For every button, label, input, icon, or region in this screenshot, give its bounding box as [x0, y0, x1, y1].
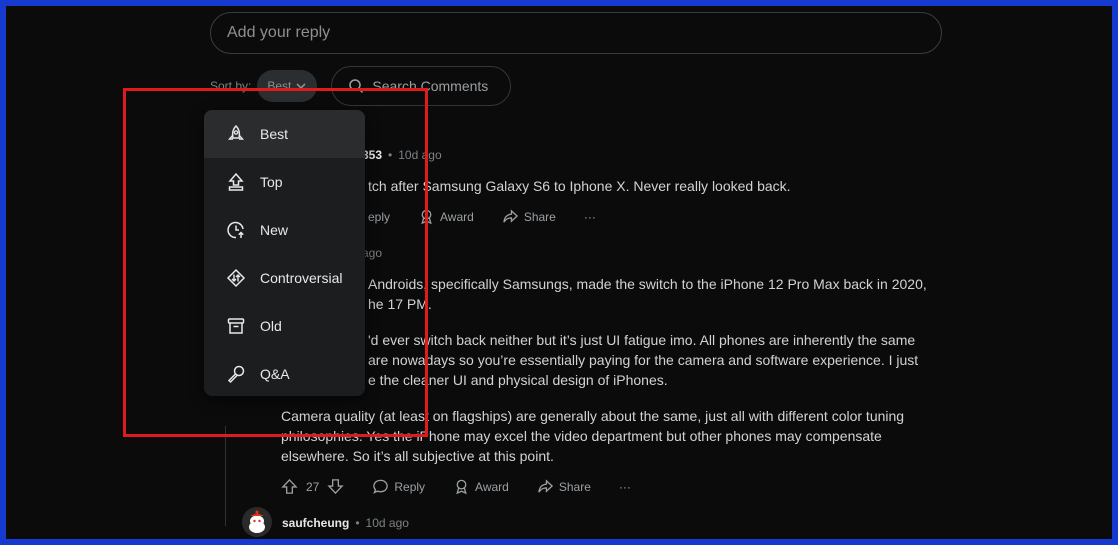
comment-2-paragraph-3: Camera quality (at least on flagships) a…: [281, 406, 904, 466]
menu-item-new[interactable]: New: [204, 206, 365, 254]
award-button[interactable]: Award: [418, 208, 474, 225]
separator-dot: •: [388, 148, 393, 162]
comment-author[interactable]: saufcheung: [282, 516, 349, 530]
share-button[interactable]: Share: [502, 208, 556, 225]
comment-time: 10d ago: [365, 516, 409, 530]
comment-3-meta: saufcheung • 10d ago: [282, 516, 409, 530]
add-reply-input[interactable]: Add your reply: [210, 12, 942, 54]
menu-item-qa[interactable]: Q&A: [204, 350, 365, 398]
award-icon: [421, 209, 432, 225]
microphone-icon: [227, 365, 245, 384]
sort-dropdown-button[interactable]: Best: [257, 70, 318, 102]
share-icon: [503, 209, 518, 223]
sort-row: Sort by: Best Search Comments: [210, 66, 512, 106]
reply-button[interactable]: Reply: [372, 478, 425, 495]
downvote-button[interactable]: [327, 478, 344, 495]
comment-time: 10d ago: [398, 148, 442, 162]
menu-item-label: Controversial: [260, 270, 343, 286]
award-label: Award: [475, 479, 509, 494]
text-line: elsewhere. So it’s all subjective at thi…: [281, 448, 554, 464]
text-line: are nowadays so you’re essentially payin…: [368, 352, 919, 368]
comment-time: ago: [362, 246, 383, 260]
text-line: e the cleaner UI and physical design of …: [368, 372, 668, 388]
reply-label: Reply: [394, 479, 426, 494]
share-icon: [538, 479, 553, 493]
downvote-icon: [327, 479, 344, 495]
comment-2-paragraph-1: Androids, specifically Samsungs, made th…: [368, 274, 927, 314]
avatar[interactable]: [242, 507, 272, 537]
sort-current: Best: [267, 79, 292, 93]
menu-item-top[interactable]: Top: [204, 158, 365, 206]
archive-icon: [227, 318, 245, 334]
separator-dot: •: [355, 516, 360, 530]
comment-2-paragraph-2: 'd ever switch back neither but it’s jus…: [368, 330, 918, 390]
text-line: philosophies. Yes the iPhone may excel t…: [281, 428, 882, 444]
rocket-icon: [227, 124, 245, 140]
comments-viewport: Add your reply Sort by: Best Search Comm…: [6, 6, 1112, 539]
comment-1-meta: 353 • 10d ago: [362, 148, 442, 162]
top-arrow-icon: [228, 172, 244, 191]
comment-1-actions: eply Award Share ···: [368, 208, 624, 225]
more-options-button[interactable]: ···: [584, 210, 596, 224]
controversial-icon: [226, 268, 246, 288]
award-button[interactable]: Award: [453, 478, 509, 495]
menu-item-best[interactable]: Best: [204, 110, 365, 158]
comment-2-actions: 27 Reply Award Share ···: [281, 478, 659, 495]
menu-item-label: Top: [260, 174, 283, 190]
search-comments-button[interactable]: Search Comments: [331, 66, 512, 106]
reply-placeholder: Add your reply: [227, 24, 331, 41]
vote-count: 27: [306, 479, 320, 494]
award-icon: [456, 479, 467, 495]
reddit-snoo-icon: [249, 510, 265, 533]
text-line: 'd ever switch back neither but it’s jus…: [368, 332, 916, 348]
comment-1-text: tch after Samsung Galaxy S6 to Iphone X.…: [368, 178, 791, 194]
search-comments-label: Search Comments: [372, 78, 489, 94]
menu-item-label: Old: [260, 318, 282, 334]
comment-author[interactable]: 353: [362, 148, 382, 162]
text-line: he 17 PM.: [368, 296, 432, 312]
sort-menu: Best Top New Controversial Old Q&A: [204, 110, 365, 396]
chevron-down-icon: [296, 83, 306, 90]
comment-2-meta: ago: [362, 246, 382, 260]
menu-item-label: Best: [260, 126, 289, 142]
more-options-button[interactable]: ···: [619, 480, 631, 494]
share-label: Share: [558, 479, 591, 494]
award-label: Award: [440, 209, 474, 224]
menu-item-controversial[interactable]: Controversial: [204, 254, 365, 302]
comment-bubble-icon: [373, 479, 389, 494]
reply-button[interactable]: eply: [368, 210, 390, 224]
upvote-button[interactable]: [281, 478, 298, 495]
reply-label: eply: [368, 209, 391, 224]
text-line: Androids, specifically Samsungs, made th…: [368, 276, 927, 292]
share-button[interactable]: Share: [537, 478, 591, 495]
share-label: Share: [523, 209, 556, 224]
sort-label: Sort by:: [210, 79, 252, 93]
menu-item-label: Q&A: [260, 366, 290, 382]
text-line: Camera quality (at least on flagships) a…: [281, 408, 905, 424]
upvote-icon: [281, 478, 298, 494]
search-icon: [349, 79, 364, 94]
menu-item-label: New: [260, 222, 289, 238]
thread-line: [225, 426, 226, 526]
menu-item-old[interactable]: Old: [204, 302, 365, 350]
clock-up-icon: [227, 221, 244, 239]
